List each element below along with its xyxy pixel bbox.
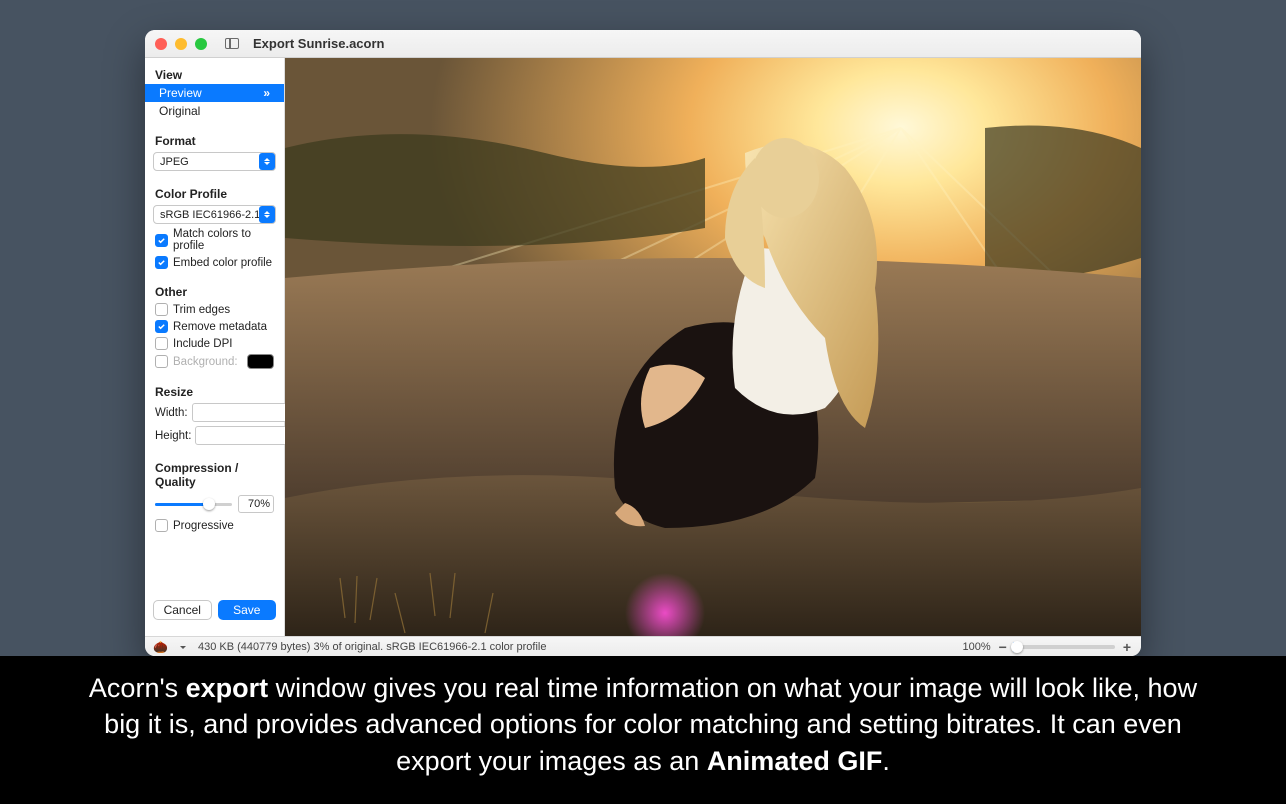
traffic-lights [155,38,207,50]
embed-profile-checkbox[interactable]: Embed color profile [145,254,284,271]
zoom-in-button[interactable]: + [1121,639,1133,655]
compression-section-label: Compression / Quality [145,457,284,491]
checkbox-unchecked-icon [155,303,168,316]
trim-edges-checkbox[interactable]: Trim edges [145,301,284,318]
checkbox-unchecked-icon [155,337,168,350]
status-dropdown-icon[interactable] [178,645,188,649]
zoom-window-button[interactable] [195,38,207,50]
quality-value[interactable]: 70% [238,495,274,513]
chevron-updown-icon [259,153,275,170]
app-icon: 🌰 [153,640,168,654]
height-label: Height: [155,430,191,442]
preview-canvas[interactable] [285,58,1141,636]
titlebar: Export Sunrise.acorn [145,30,1141,58]
marketing-caption: Acorn's export window gives you real tim… [0,656,1286,804]
other-section-label: Other [145,281,284,301]
checkbox-unchecked-icon [155,355,168,368]
save-button[interactable]: Save [218,600,277,620]
cancel-button[interactable]: Cancel [153,600,212,620]
width-label: Width: [155,407,188,419]
background-color-swatch[interactable] [247,354,274,369]
export-window: Export Sunrise.acorn View Preview Origin… [145,30,1141,656]
remove-metadata-checkbox[interactable]: Remove metadata [145,318,284,335]
checkbox-checked-icon [155,320,168,333]
background-checkbox: Background: [145,352,284,371]
view-original-item[interactable]: Original [145,102,284,120]
view-section-label: View [145,64,284,84]
color-profile-section-label: Color Profile [145,183,284,203]
statusbar: 🌰 430 KB (440779 bytes) 3% of original. … [145,636,1141,656]
status-info: 430 KB (440779 bytes) 3% of original. sR… [198,641,547,653]
slider-thumb-icon[interactable] [203,498,215,510]
progressive-checkbox[interactable]: Progressive [145,517,284,534]
checkbox-checked-icon [155,234,168,247]
checkbox-checked-icon [155,256,168,269]
minimize-window-button[interactable] [175,38,187,50]
slider-thumb-icon[interactable] [1011,641,1023,653]
match-colors-checkbox[interactable]: Match colors to profile [145,226,284,254]
preview-image [285,58,1141,636]
chevron-updown-icon [259,206,275,223]
view-preview-item[interactable]: Preview [145,84,284,102]
close-window-button[interactable] [155,38,167,50]
zoom-level: 100% [962,641,990,653]
format-section-label: Format [145,130,284,150]
zoom-out-button[interactable]: − [997,639,1009,655]
window-title: Export Sunrise.acorn [253,36,384,51]
quality-slider[interactable] [155,498,232,510]
sidebar: View Preview Original Format JPEG Color … [145,58,285,636]
format-select[interactable]: JPEG [153,152,276,171]
color-profile-select[interactable]: sRGB IEC61966-2.1 [153,205,276,224]
toggle-sidebar-icon[interactable] [225,38,239,49]
checkbox-unchecked-icon [155,519,168,532]
zoom-slider[interactable] [1015,645,1115,649]
include-dpi-checkbox[interactable]: Include DPI [145,335,284,352]
resize-section-label: Resize [145,381,284,401]
